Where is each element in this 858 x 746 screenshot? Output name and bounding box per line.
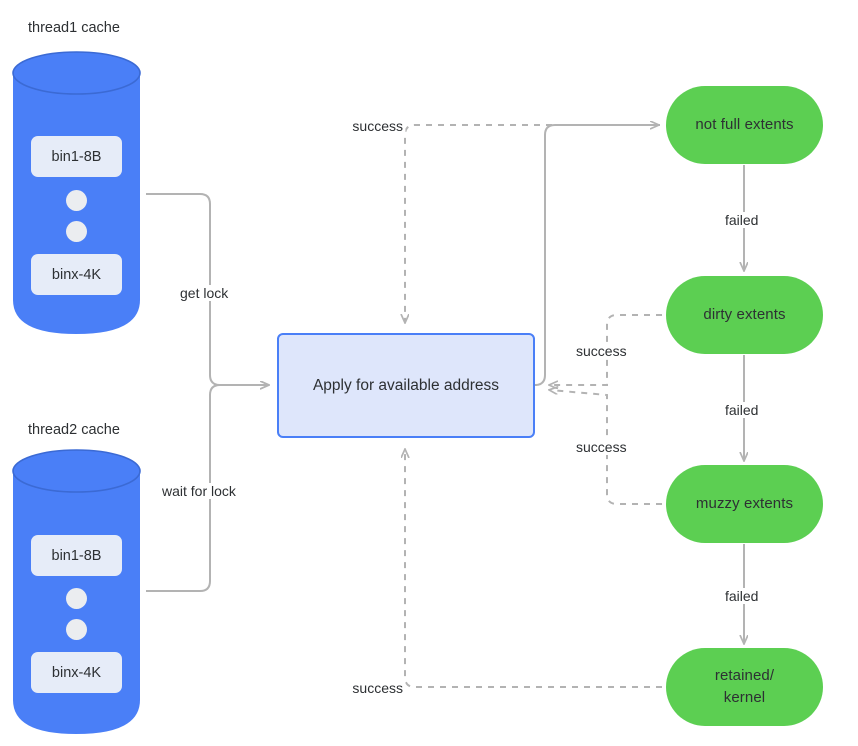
edge-label-failed-3: failed bbox=[723, 588, 761, 604]
retained-kernel-node[interactable]: retained/ kernel bbox=[666, 648, 823, 726]
retained-kernel-label-line2: kernel bbox=[723, 689, 766, 706]
edge-label-success-retained: success bbox=[350, 680, 405, 696]
dirty-extents-node[interactable]: dirty extents bbox=[666, 276, 823, 354]
thread2-ellipsis-dot-2 bbox=[66, 619, 87, 640]
edge-label-failed-1: failed bbox=[723, 212, 761, 228]
edge-label-success-muzzy: success bbox=[574, 439, 629, 455]
thread2-ellipsis-dot-1 bbox=[66, 588, 87, 609]
muzzy-extents-node[interactable]: muzzy extents bbox=[666, 465, 823, 543]
edge-label-wait-for-lock: wait for lock bbox=[160, 483, 238, 499]
apply-for-available-address-node[interactable]: Apply for available address bbox=[277, 333, 535, 438]
not-full-extents-node[interactable]: not full extents bbox=[666, 86, 823, 164]
edge-label-success-dirty: success bbox=[574, 343, 629, 359]
thread2-bin-2: binx-4K bbox=[31, 652, 122, 693]
diagram-canvas: thread1 cache bin1-8B binx-4K thread2 ca… bbox=[0, 0, 858, 746]
retained-kernel-label-line1: retained/ bbox=[714, 667, 775, 685]
muzzy-extents-label: muzzy extents bbox=[695, 495, 794, 513]
edge-label-success-top: success bbox=[350, 118, 405, 134]
edge-label-failed-2: failed bbox=[723, 402, 761, 418]
apply-node-label: Apply for available address bbox=[312, 376, 500, 394]
thread2-bin-1: bin1-8B bbox=[31, 535, 122, 576]
dirty-extents-label: dirty extents bbox=[703, 306, 786, 324]
edge-label-get-lock: get lock bbox=[178, 285, 231, 301]
not-full-extents-label: not full extents bbox=[695, 116, 794, 134]
